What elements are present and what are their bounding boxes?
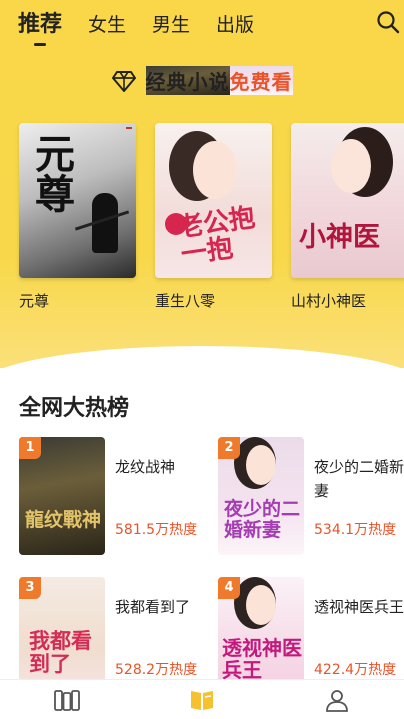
cover-title: 龍纹戰神 [25,509,102,531]
rank-badge: 2 [218,437,240,459]
cover-title: 夜少的二婚新妻 [224,498,301,541]
book-title: 透视神医兵王 [314,598,404,616]
book-cover: 元尊 [19,123,136,278]
cover-title: 老公抱一抱 [175,202,257,271]
book-cover: 小神医 [291,123,404,278]
book-title: 龙纹战神 [115,458,176,476]
book-cover: 老公抱一抱 [155,123,272,278]
book-cover: 夜少的二婚新妻 2 [218,437,304,555]
featured-book[interactable]: 元尊 元尊 [19,123,136,311]
bookshelf-icon[interactable] [47,683,87,717]
list-item[interactable]: 我都看到了 3 我都看到了 528.2万热度 [19,577,209,695]
tab-publish[interactable]: 出版 [216,10,254,40]
list-item[interactable]: 透视神医兵王 4 透视神医兵王 422.4万热度 [218,577,404,695]
diamond-icon [111,70,136,92]
featured-book[interactable]: 小神医 山村小神医 [291,123,404,311]
list-item[interactable]: 龍纹戰神 1 龙纹战神 581.5万热度 [19,437,209,555]
rank-badge: 1 [19,437,41,459]
book-cover: 龍纹戰神 1 [19,437,105,555]
section-title: 全网大热榜 [19,396,130,421]
book-title: 夜少的二婚新妻 [314,458,404,500]
book-title: 山村小神医 [291,292,367,310]
heat-count: 581.5万热度 [115,522,198,538]
book-title: 元尊 [19,292,50,310]
cover-title: 透视神医兵王 [222,636,302,682]
free-classics-banner[interactable]: 经典小说 免费看 [0,66,404,95]
heat-count: 534.1万热度 [314,522,397,538]
tab-male[interactable]: 男生 [152,10,190,40]
heat-count: 528.2万热度 [115,662,198,678]
category-tabs: 推荐 女生 男生 出版 [18,4,280,40]
featured-books: 元尊 元尊 老公抱一抱 重生八零 小神医 山村小神医 [19,123,404,311]
profile-icon[interactable] [317,683,357,717]
cover-title: 小神医 [299,222,380,253]
banner-text: 经典小说 [145,66,230,95]
book-cover: 透视神医兵王 4 [218,577,304,695]
heat-count: 422.4万热度 [314,662,397,678]
search-icon[interactable] [376,10,400,34]
cover-title: 元尊 [28,133,75,213]
bookstore-icon[interactable] [182,683,222,717]
rank-badge: 4 [218,577,240,599]
list-item[interactable]: 夜少的二婚新妻 2 夜少的二婚新妻 534.1万热度 [218,437,404,555]
banner-highlight: 免费看 [229,66,293,95]
publisher-tag [126,127,132,129]
cover-title: 我都看到了 [29,628,92,677]
book-title: 我都看到了 [115,598,191,616]
tab-recommend[interactable]: 推荐 [18,10,62,40]
book-cover: 我都看到了 3 [19,577,105,695]
bottom-nav [0,679,404,719]
tab-female[interactable]: 女生 [88,10,126,40]
featured-book[interactable]: 老公抱一抱 重生八零 [155,123,272,311]
book-title: 重生八零 [155,292,216,310]
rank-badge: 3 [19,577,41,599]
